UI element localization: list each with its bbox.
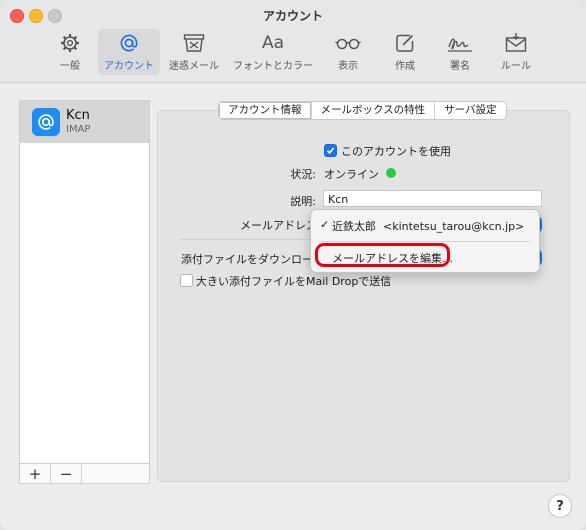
preferences-window: アカウント 一般 アカウント 迷惑メール Aa フォントとカラー 表示 作成 署… bbox=[0, 0, 586, 530]
rules-envelope-icon bbox=[496, 32, 536, 54]
toolbar-junk[interactable]: 迷惑メール bbox=[166, 29, 222, 75]
at-icon bbox=[32, 108, 60, 136]
tab-mailbox-behaviors[interactable]: メールボックスの特性 bbox=[312, 102, 436, 119]
remove-account-button[interactable]: − bbox=[51, 464, 82, 483]
account-type: IMAP bbox=[66, 124, 91, 135]
glasses-icon bbox=[328, 32, 368, 54]
email-address-label: メールアドレス bbox=[240, 219, 317, 232]
description-label: 説明: bbox=[290, 195, 316, 208]
checkmark-icon bbox=[326, 147, 335, 155]
status-online-dot bbox=[386, 168, 396, 178]
menu-item-current-address[interactable]: ✓ 近鉄太郎 <kintetsu_tarou@kcn.jp> bbox=[311, 215, 539, 235]
toolbar-label: 一般 bbox=[60, 61, 80, 72]
toolbar-label: 作成 bbox=[395, 61, 415, 72]
title-bar: アカウント 一般 アカウント 迷惑メール Aa フォントとカラー 表示 作成 署… bbox=[0, 0, 586, 83]
highlight-annotation bbox=[315, 243, 450, 267]
gear-icon bbox=[50, 32, 90, 54]
toolbar-label: 迷惑メール bbox=[169, 61, 219, 72]
toolbar-label: 署名 bbox=[450, 61, 470, 72]
status-label: 状況: bbox=[290, 168, 316, 181]
status-value: オンライン bbox=[324, 168, 379, 181]
toolbar-label: ルール bbox=[501, 61, 531, 72]
account-row[interactable]: Kcn IMAP bbox=[20, 101, 149, 143]
menu-item-label: 近鉄太郎 <kintetsu_tarou@kcn.jp> bbox=[332, 220, 525, 233]
enable-account-label: このアカウントを使用 bbox=[341, 145, 451, 158]
toolbar-signatures[interactable]: 署名 bbox=[440, 29, 480, 75]
menu-separator bbox=[319, 241, 531, 242]
enable-account-checkbox[interactable] bbox=[324, 144, 337, 157]
toolbar-viewing[interactable]: 表示 bbox=[328, 29, 368, 75]
account-list-controls: + − bbox=[20, 463, 149, 483]
toolbar-accounts[interactable]: アカウント bbox=[98, 29, 160, 75]
description-field[interactable]: Kcn bbox=[323, 190, 542, 207]
toolbar-composing[interactable]: 作成 bbox=[385, 29, 425, 75]
toolbar-label: アカウント bbox=[104, 61, 154, 72]
junk-trash-icon bbox=[166, 32, 222, 54]
toolbar-rules[interactable]: ルール bbox=[496, 29, 536, 75]
download-attachments-label: 添付ファイルをダウンロード bbox=[181, 253, 324, 266]
help-button[interactable]: ? bbox=[548, 494, 572, 518]
toolbar-fonts[interactable]: Aa フォントとカラー bbox=[230, 29, 316, 75]
settings-tabs: アカウント情報 メールボックスの特性 サーバ設定 bbox=[218, 101, 507, 120]
toolbar-label: フォントとカラー bbox=[233, 61, 313, 72]
mail-drop-checkbox[interactable] bbox=[180, 274, 193, 287]
toolbar-general[interactable]: 一般 bbox=[50, 29, 90, 75]
mail-drop-label: 大きい添付ファイルをMail Dropで送信 bbox=[196, 275, 392, 288]
divider bbox=[180, 239, 312, 240]
add-account-button[interactable]: + bbox=[20, 464, 51, 483]
compose-icon bbox=[385, 32, 425, 54]
window-title: アカウント bbox=[262, 9, 323, 23]
checkmark-icon: ✓ bbox=[320, 218, 330, 231]
tab-account-info[interactable]: アカウント情報 bbox=[219, 102, 312, 119]
tab-server-settings[interactable]: サーバ設定 bbox=[435, 102, 505, 119]
signature-icon bbox=[440, 32, 480, 54]
account-name: Kcn bbox=[66, 108, 90, 123]
account-list: Kcn IMAP + − bbox=[19, 100, 150, 484]
at-icon bbox=[98, 32, 160, 54]
toolbar-label: 表示 bbox=[338, 61, 358, 72]
font-icon: Aa bbox=[261, 33, 285, 53]
